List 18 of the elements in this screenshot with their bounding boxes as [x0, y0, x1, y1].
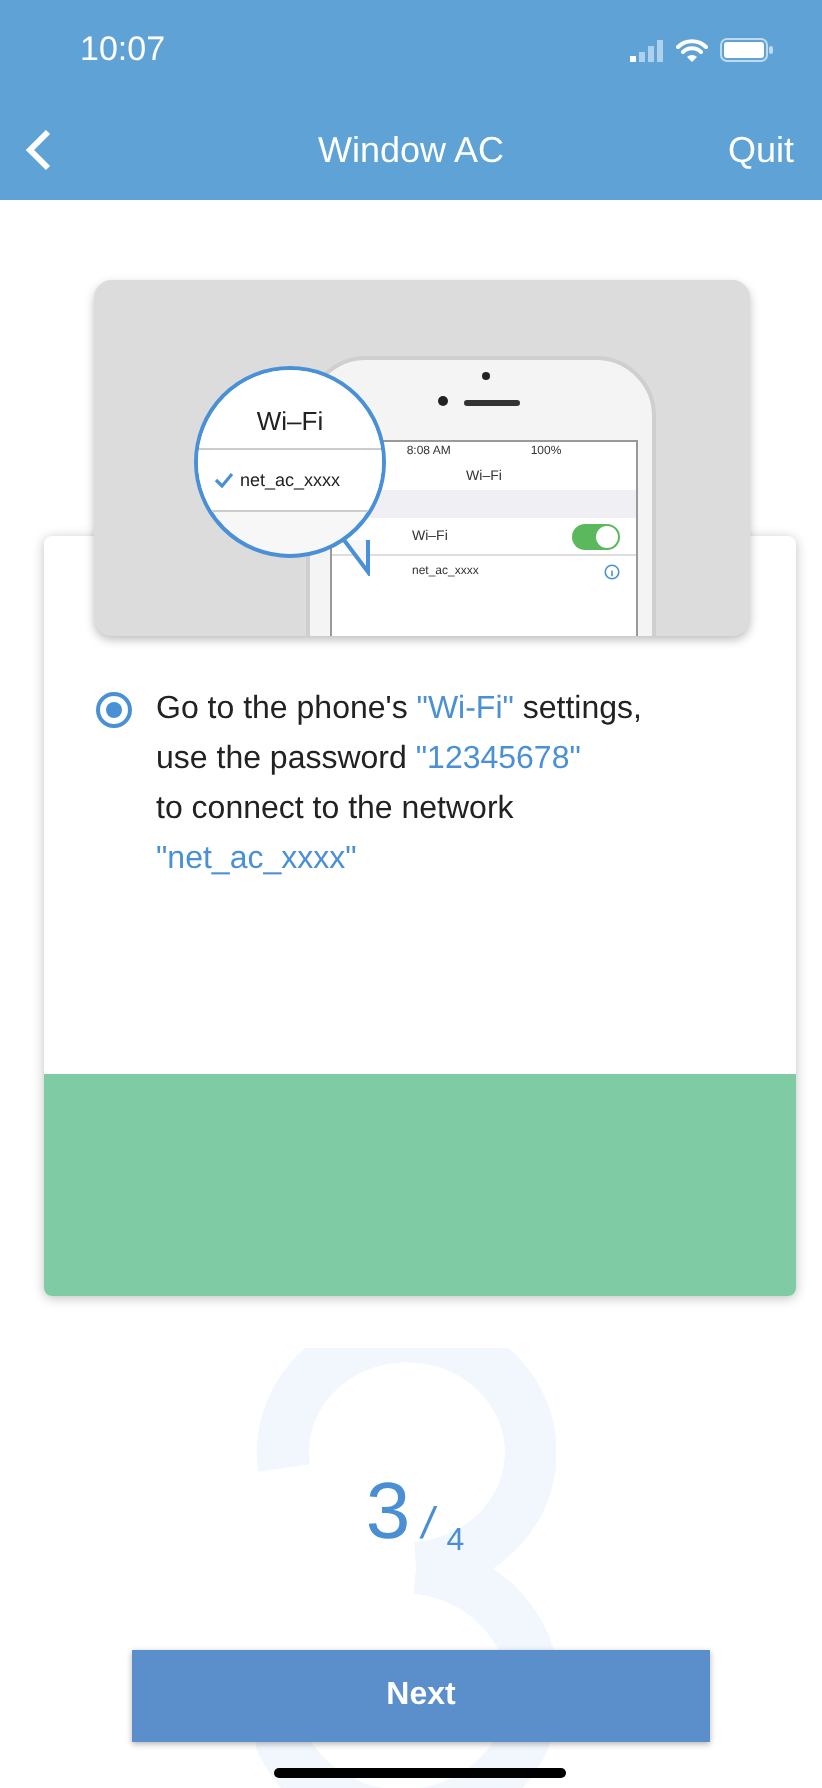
- instruction-text: Go to the phone's "Wi-Fi" settings, use the password "12345678" to connect to the network "net_ac_xxxx": [156, 690, 642, 880]
- magnifier-network-name: net_ac_xxxx: [240, 470, 341, 490]
- total-steps: 4: [446, 1524, 465, 1560]
- status-time: 10:07: [80, 30, 166, 70]
- back-button[interactable]: [24, 128, 52, 172]
- next-button[interactable]: Next: [132, 1650, 710, 1742]
- wifi-icon: [676, 38, 708, 62]
- current-step: 3: [365, 1468, 411, 1558]
- quit-button[interactable]: Quit: [727, 129, 794, 171]
- battery-icon: [720, 38, 774, 62]
- checkmark-icon: [214, 472, 234, 488]
- magnifier-title: Wi–Fi: [256, 406, 324, 436]
- info-icon: [604, 564, 620, 580]
- radio-button[interactable]: [96, 692, 132, 728]
- step-separator: /: [417, 1498, 440, 1550]
- signal-icon: [630, 39, 664, 61]
- back-chevron-icon: [24, 128, 52, 172]
- screen-title: Window AC: [317, 129, 505, 169]
